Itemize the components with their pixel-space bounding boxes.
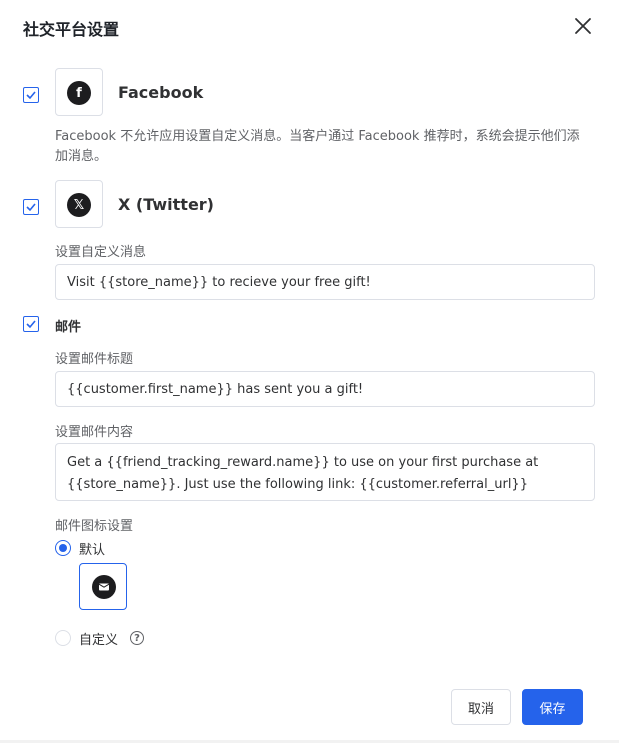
email-subject-input[interactable]: {{customer.first_name}} has sent you a g…	[55, 371, 595, 407]
custom-message-label: 设置自定义消息	[55, 245, 147, 260]
facebook-checkbox[interactable]	[23, 87, 39, 103]
facebook-note: Facebook 不允许应用设置自定义消息。当客户通过 Facebook 推荐时…	[55, 129, 580, 164]
default-icon-radio-label[interactable]: 默认	[79, 539, 105, 558]
dialog-title: 社交平台设置	[23, 20, 120, 39]
email-checkbox[interactable]	[23, 316, 39, 332]
email-subject-label: 设置邮件标题	[55, 352, 134, 367]
save-button[interactable]: 保存	[522, 689, 583, 725]
email-body-textarea[interactable]: Get a {{friend_tracking_reward.name}} to…	[55, 443, 595, 501]
default-email-icon-option[interactable]	[79, 563, 127, 610]
email-icon-settings-label: 邮件图标设置	[55, 519, 134, 534]
email-body-label: 设置邮件内容	[55, 425, 134, 440]
cancel-button[interactable]: 取消	[451, 689, 511, 725]
default-icon-radio[interactable]	[55, 540, 71, 556]
twitter-checkbox[interactable]	[23, 199, 39, 215]
custom-icon-radio-label[interactable]: 自定义	[79, 629, 118, 648]
facebook-icon: f	[67, 81, 91, 105]
custom-icon-radio[interactable]	[55, 630, 71, 646]
custom-message-input[interactable]: Visit {{store_name}} to recieve your fre…	[55, 264, 595, 300]
twitter-name: X (Twitter)	[118, 195, 214, 214]
twitter-icon-box: 𝕏	[55, 180, 103, 228]
x-twitter-icon: 𝕏	[67, 193, 91, 217]
email-section-label: 邮件	[55, 320, 82, 335]
help-question-icon[interactable]: ?	[130, 631, 144, 645]
close-icon[interactable]	[572, 15, 594, 37]
envelope-icon	[92, 575, 116, 599]
facebook-name: Facebook	[118, 83, 204, 102]
dialog: 社交平台设置 f Facebook Facebook 不允许应用设置自定义消息。…	[0, 0, 619, 743]
facebook-icon-box: f	[55, 68, 103, 116]
